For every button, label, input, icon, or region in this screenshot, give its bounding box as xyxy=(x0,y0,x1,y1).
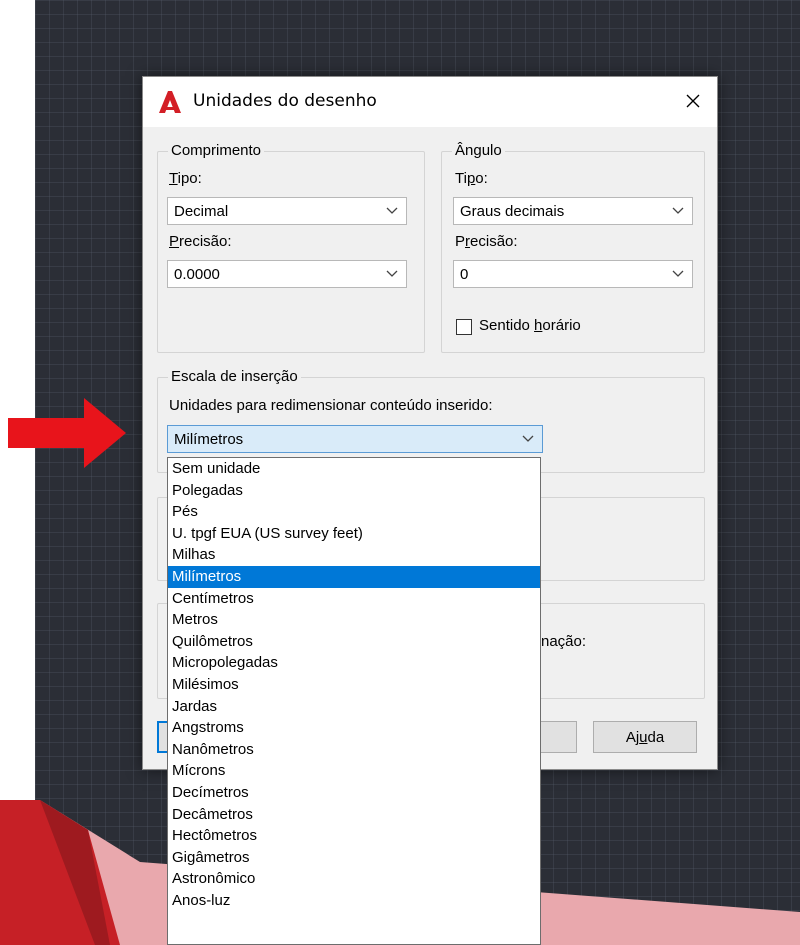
insertion-units-value: Milímetros xyxy=(174,431,244,448)
dropdown-option[interactable]: Milímetros xyxy=(168,565,540,588)
dropdown-option[interactable]: Hectômetros xyxy=(168,825,540,847)
angle-precision-label: Precisão: xyxy=(455,233,518,250)
dropdown-option[interactable]: Decâmetros xyxy=(168,804,540,826)
dropdown-option[interactable]: Jardas xyxy=(168,696,540,718)
length-type-label: Tipo: xyxy=(169,170,202,187)
dropdown-option[interactable]: Sem unidade xyxy=(168,458,540,480)
dropdown-option[interactable]: Centímetros xyxy=(168,588,540,610)
insertion-units-label: Unidades para redimensionar conteúdo ins… xyxy=(169,397,493,414)
help-button[interactable]: Aj u da xyxy=(593,721,697,753)
angle-type-select[interactable]: Graus decimais xyxy=(453,197,693,225)
clockwise-checkbox[interactable] xyxy=(456,319,472,335)
lighting-units-label-partial: nação: xyxy=(541,633,587,650)
dropdown-option[interactable]: Gigâmetros xyxy=(168,847,540,869)
clockwise-label: Sentido horário xyxy=(479,317,581,334)
dropdown-option[interactable]: U. tpgf EUA (US survey feet) xyxy=(168,523,540,545)
chevron-down-icon xyxy=(672,270,684,277)
angle-precision-value: 0 xyxy=(460,266,469,283)
angle-precision-select[interactable]: 0 xyxy=(453,260,693,288)
dropdown-option[interactable]: Polegadas xyxy=(168,480,540,502)
length-precision-label: Precisão: xyxy=(169,233,232,250)
angle-type-value: Graus decimais xyxy=(460,203,565,220)
angle-group-title: Ângulo xyxy=(452,142,505,159)
insertion-units-dropdown-list[interactable]: Sem unidade Polegadas Pés U. tpgf EUA (US s… xyxy=(167,457,541,945)
dropdown-option[interactable]: Angstroms xyxy=(168,717,540,739)
red-arrow-annotation xyxy=(8,398,126,468)
insertion-units-select[interactable]: Milímetros xyxy=(167,425,543,453)
chevron-down-icon xyxy=(672,207,684,214)
dropdown-option[interactable]: Milhas xyxy=(168,544,540,566)
angle-type-label: Tipo: xyxy=(455,170,488,187)
length-precision-value: 0.0000 xyxy=(174,266,220,283)
length-group-title: Comprimento xyxy=(168,142,265,159)
dialog-title: Unidades do desenho xyxy=(193,91,377,111)
insertion-scale-group-title: Escala de inserção xyxy=(168,368,301,385)
chevron-down-icon xyxy=(386,270,398,277)
dropdown-option[interactable]: Milésimos xyxy=(168,674,540,696)
dropdown-option[interactable]: Metros xyxy=(168,609,540,631)
length-precision-select[interactable]: 0.0000 xyxy=(167,260,407,288)
close-icon xyxy=(686,94,700,108)
dropdown-option[interactable]: Mícrons xyxy=(168,760,540,782)
chevron-down-icon xyxy=(522,435,534,442)
dropdown-option[interactable]: Quilômetros xyxy=(168,631,540,653)
dropdown-option[interactable]: Decímetros xyxy=(168,782,540,804)
length-type-select[interactable]: Decimal xyxy=(167,197,407,225)
dialog-titlebar: Unidades do desenho xyxy=(143,77,717,127)
dropdown-option[interactable]: Anos-luz xyxy=(168,890,540,912)
autocad-logo-icon xyxy=(159,91,181,113)
close-button[interactable] xyxy=(679,87,707,115)
chevron-down-icon xyxy=(386,207,398,214)
dropdown-option[interactable]: Micropolegadas xyxy=(168,652,540,674)
length-type-value: Decimal xyxy=(174,203,229,220)
dropdown-option[interactable]: Astronômico xyxy=(168,868,540,890)
dropdown-option[interactable]: Pés xyxy=(168,501,540,523)
dropdown-option[interactable]: Nanômetros xyxy=(168,739,540,761)
